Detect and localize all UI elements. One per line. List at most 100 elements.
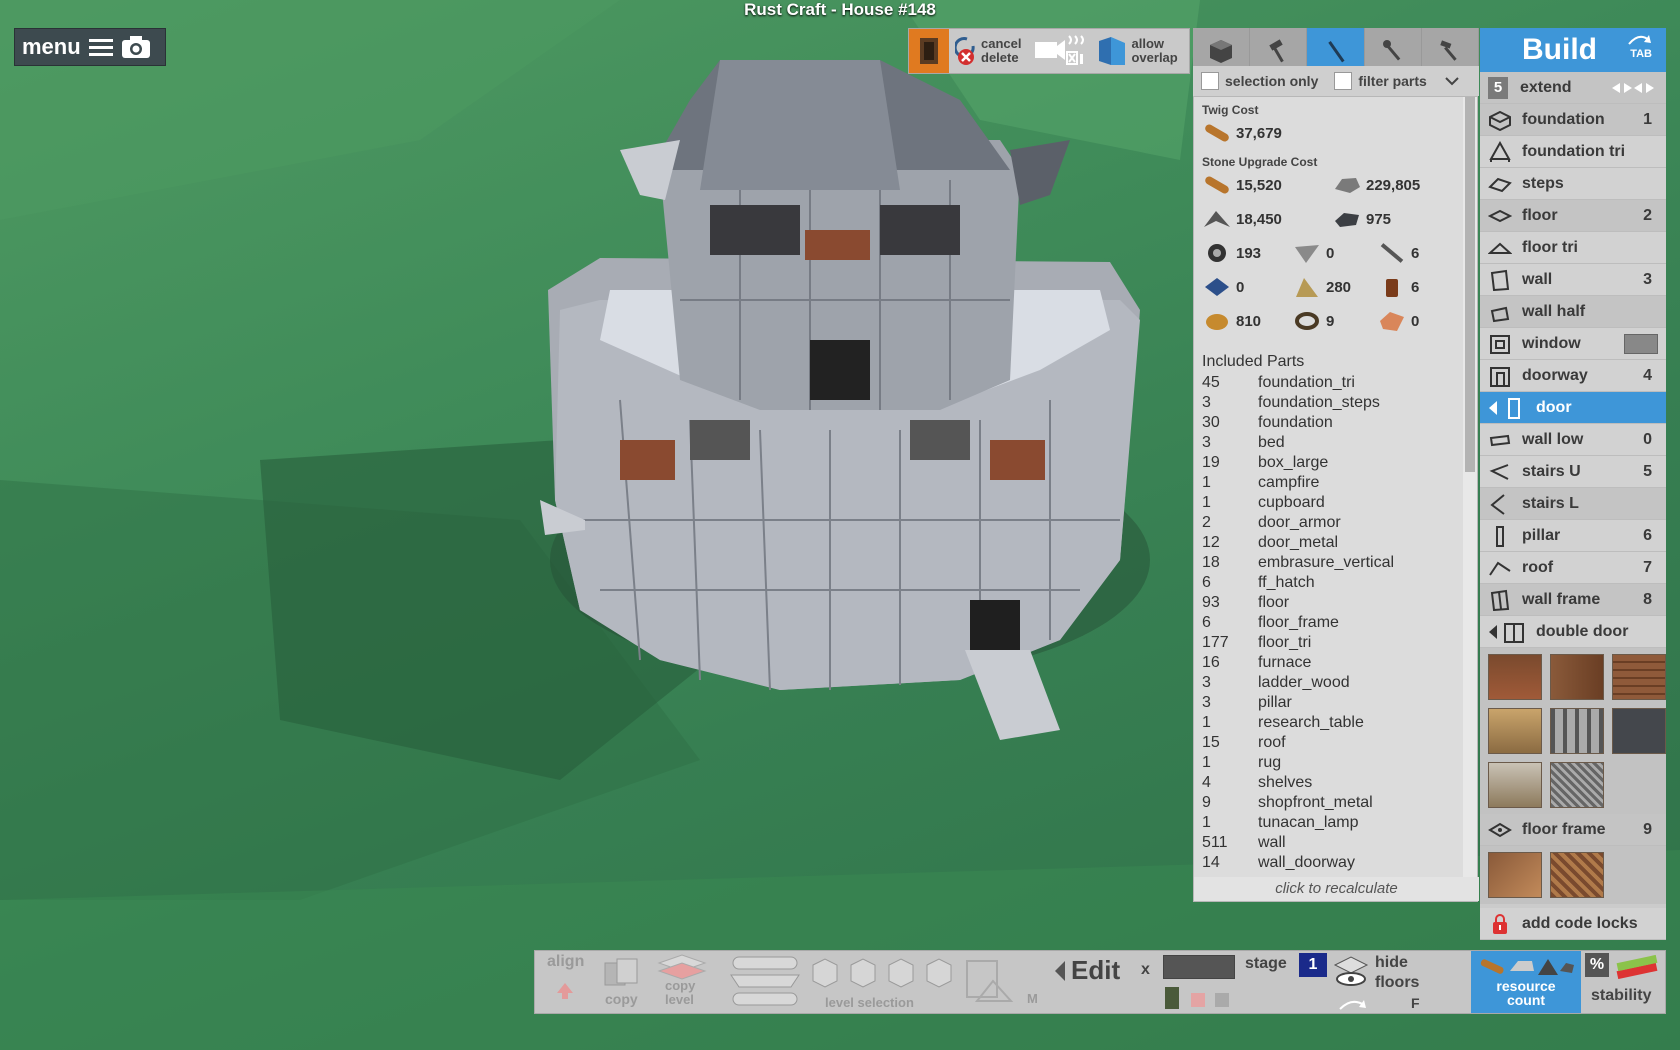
resource-count-button[interactable]: resource count	[1471, 951, 1581, 1013]
part-name: foundation_steps	[1258, 394, 1380, 411]
build-item-label: doorway	[1522, 366, 1588, 384]
build-item-floor-tri[interactable]: floor tri	[1480, 232, 1666, 264]
resource-value: 6	[1411, 244, 1420, 262]
part-name: campfire	[1258, 474, 1320, 491]
part-name: box_large	[1258, 454, 1329, 471]
refresh-arrow-icon	[1628, 35, 1651, 45]
build-item-doorway[interactable]: doorway 4	[1480, 360, 1666, 392]
build-panel: Build TAB 5 extend foundation 1 foundation…	[1480, 28, 1666, 940]
part-row: 3 ladder_wood	[1202, 673, 1452, 693]
measure-hotkey: M	[1027, 991, 1038, 1006]
selection-only-checkbox[interactable]	[1201, 72, 1219, 90]
selection-only-label: selection only	[1225, 73, 1319, 89]
code-locks-label: add code locks	[1522, 914, 1638, 932]
video-button[interactable]	[1027, 32, 1093, 71]
build-item-door[interactable]: door	[1480, 392, 1666, 424]
allow-label: allow	[1131, 36, 1164, 51]
floor-frame-variant-hatch[interactable]	[1488, 852, 1542, 898]
build-item-roof[interactable]: roof 7	[1480, 552, 1666, 584]
door-variant-metal[interactable]	[1612, 708, 1666, 754]
build-item-window[interactable]: window	[1480, 328, 1666, 360]
build-item-stairs-l[interactable]: stairs L	[1480, 488, 1666, 520]
resource-value: 0	[1326, 244, 1335, 262]
scrollbar-thumb[interactable]	[1465, 97, 1475, 472]
copy-button[interactable]: copy	[605, 991, 638, 1007]
align-button[interactable]: align	[547, 953, 584, 971]
door-variant-hatch[interactable]	[1488, 762, 1542, 808]
edit-close-button[interactable]: x	[1141, 961, 1150, 979]
build-item-pillar[interactable]: pillar 6	[1480, 520, 1666, 552]
build-item-foundation[interactable]: foundation 1	[1480, 104, 1666, 136]
resource-value: 193	[1236, 244, 1262, 262]
build-item-label: window	[1522, 334, 1581, 352]
included-parts-title: Included Parts	[1202, 353, 1305, 370]
armor-door-button[interactable]	[909, 29, 949, 73]
door-variant-garage[interactable]	[1612, 654, 1666, 700]
build-item-label: stairs U	[1522, 462, 1581, 480]
part-count: 3	[1202, 434, 1211, 451]
resource-metal-pipe: 6	[1377, 241, 1419, 265]
build-item-label: double door	[1536, 622, 1629, 640]
part-count: 18	[1202, 554, 1220, 571]
twig-cost-value: 37,679	[1236, 124, 1282, 142]
door-variant-bars[interactable]	[1550, 708, 1604, 754]
floor-frame-variant-grill[interactable]	[1550, 852, 1604, 898]
hide-floors-button[interactable]: hide floors	[1375, 953, 1419, 993]
build-plan-icon	[1327, 41, 1345, 63]
build-item-label: pillar	[1522, 526, 1561, 544]
menu-button[interactable]: menu	[14, 28, 166, 66]
window-variant-dropdown[interactable]	[1624, 333, 1658, 354]
part-row: 45 foundation_tri	[1202, 373, 1452, 393]
part-count: 15	[1202, 734, 1220, 751]
build-title: Build	[1522, 33, 1597, 66]
build-item-hotkey: 0	[1643, 430, 1652, 448]
extend-row[interactable]: 5 extend	[1480, 72, 1666, 104]
build-item-floor-frame[interactable]: floor frame 9	[1480, 814, 1666, 846]
edit-tools-icons[interactable]	[1163, 983, 1235, 1011]
resource-value: 0	[1411, 312, 1420, 330]
chevron-down-icon[interactable]	[1445, 76, 1459, 86]
door-variants	[1480, 648, 1666, 814]
hq-metal-icon	[1335, 213, 1359, 227]
add-code-locks-button[interactable]: add code locks	[1480, 908, 1666, 940]
edit-chevron-icon[interactable]	[1053, 959, 1067, 983]
resource-value: 6	[1411, 278, 1420, 296]
percent-toggle[interactable]: %	[1585, 953, 1609, 977]
cost-scrollbar[interactable]	[1463, 97, 1477, 887]
house-structure[interactable]	[540, 60, 1150, 740]
steps-icon	[1488, 177, 1512, 192]
part-count: 45	[1202, 374, 1220, 391]
filter-bar: selection only filter parts	[1193, 66, 1479, 96]
filter-parts-checkbox[interactable]	[1334, 72, 1353, 90]
door-variant-shelves[interactable]	[1488, 708, 1542, 754]
door-variant-plank[interactable]	[1550, 654, 1604, 700]
part-row: 9 shopfront_metal	[1202, 793, 1452, 813]
part-row: 16 furnace	[1202, 653, 1452, 673]
door-variant-wood[interactable]	[1488, 654, 1542, 700]
build-item-wall-low[interactable]: wall low 0	[1480, 424, 1666, 456]
level-stack-icon[interactable]	[727, 953, 803, 1009]
resource-value: 15,520	[1236, 176, 1282, 194]
build-item-wall-half[interactable]: wall half	[1480, 296, 1666, 328]
stage-value[interactable]: 1	[1299, 953, 1327, 977]
build-item-steps[interactable]: steps	[1480, 168, 1666, 200]
door-variant-grid[interactable]	[1550, 762, 1604, 808]
measure-icon[interactable]	[963, 957, 1017, 1007]
build-item-double-door[interactable]: double door	[1480, 616, 1666, 648]
stability-button[interactable]: stability	[1591, 987, 1651, 1005]
build-item-foundation-tri[interactable]: foundation tri	[1480, 136, 1666, 168]
build-item-wall[interactable]: wall 3	[1480, 264, 1666, 296]
build-item-floor[interactable]: floor 2	[1480, 200, 1666, 232]
part-count: 1	[1202, 494, 1211, 511]
allow-overlap-button[interactable]: allow overlap	[1093, 35, 1181, 67]
level-cubes-icon[interactable]	[807, 955, 957, 991]
recalculate-button[interactable]: click to recalculate	[1194, 877, 1479, 901]
camera-icon[interactable]	[121, 35, 151, 59]
floor-tri-icon	[1488, 242, 1512, 254]
edit-color-field[interactable]	[1163, 955, 1235, 979]
copy-level-button[interactable]: copy level	[665, 979, 695, 1007]
build-item-wall-frame[interactable]: wall frame 8	[1480, 584, 1666, 616]
cancel-delete-button[interactable]: cancel delete	[949, 36, 1027, 66]
build-item-stairs-u[interactable]: stairs U 5	[1480, 456, 1666, 488]
part-count: 9	[1202, 794, 1211, 811]
